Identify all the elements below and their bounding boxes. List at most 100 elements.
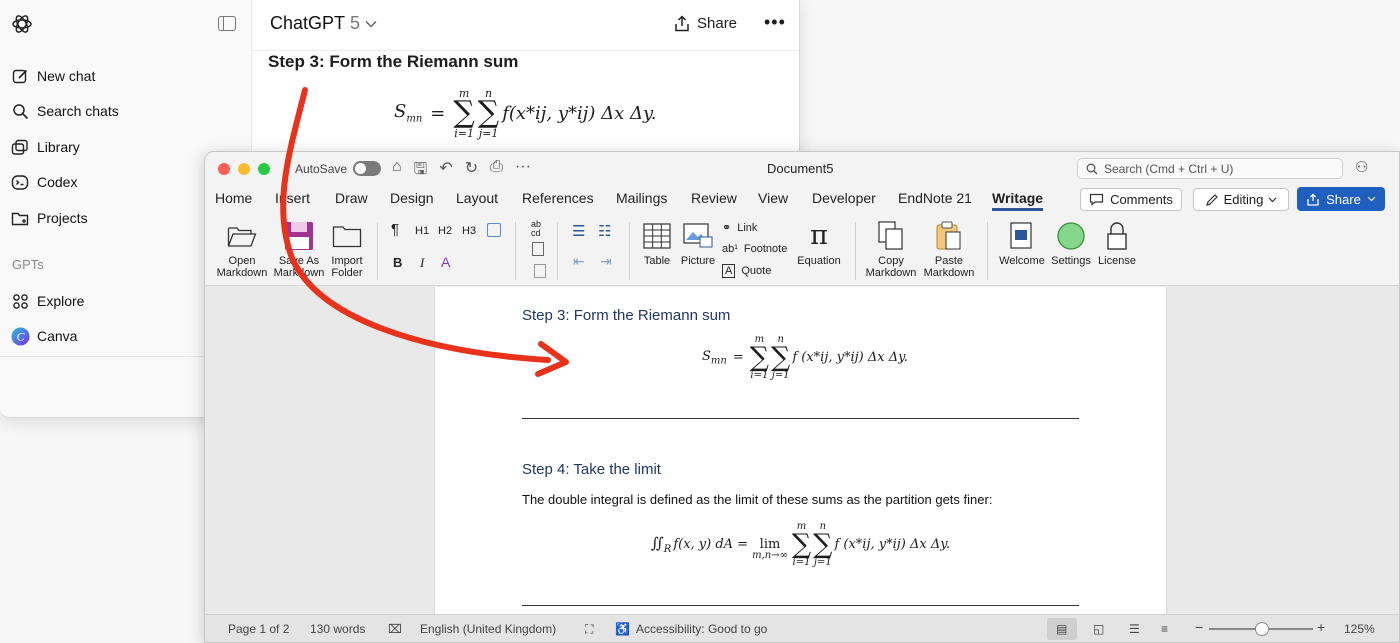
- insert-field-icon[interactable]: [532, 242, 544, 256]
- sidebar-item-new-chat[interactable]: New chat: [10, 63, 95, 89]
- equation-button[interactable]: π Equation: [795, 220, 843, 267]
- document-title: Document5: [767, 161, 834, 176]
- autosave-switch[interactable]: [353, 161, 382, 176]
- model-selector[interactable]: ChatGPT 5: [270, 13, 377, 34]
- draft-view-icon[interactable]: ≡: [1161, 622, 1168, 636]
- print-layout-icon: ▤: [1056, 622, 1068, 636]
- sidebar-toggle-icon[interactable]: [218, 16, 236, 31]
- tab-home[interactable]: Home: [215, 190, 252, 206]
- sidebar-item-explore[interactable]: Explore: [10, 288, 84, 314]
- heading-1-button[interactable]: H1: [415, 225, 429, 237]
- tab-writage[interactable]: Writage: [992, 190, 1044, 211]
- copy-markdown-button[interactable]: Copy Markdown: [863, 220, 919, 279]
- home-icon[interactable]: ⌂: [392, 158, 402, 185]
- sidebar-item-label: Projects: [37, 210, 88, 226]
- table-button[interactable]: Table: [639, 220, 675, 267]
- insert-block-icon[interactable]: [534, 264, 546, 278]
- italic-button[interactable]: I: [420, 255, 424, 271]
- focus-icon[interactable]: ⛶: [585, 622, 593, 637]
- change-case-icon[interactable]: ab cd: [531, 220, 541, 238]
- status-bar: Page 1 of 2 130 words ⌧ English (United …: [205, 614, 1399, 642]
- welcome-button[interactable]: Welcome: [997, 220, 1047, 267]
- clear-formatting-icon[interactable]: A: [441, 254, 450, 270]
- zoom-slider-thumb[interactable]: [1255, 622, 1269, 636]
- page-count[interactable]: Page 1 of 2: [228, 622, 289, 636]
- sidebar-item-codex[interactable]: Codex: [10, 169, 77, 195]
- step3-heading: Step 3: Form the Riemann sum: [522, 307, 731, 324]
- word-window: AutoSave ⌂ 🖫 ↶ ↻ ⎙ ··· Document5 Search …: [204, 151, 1400, 643]
- bullet-list-icon[interactable]: ☰: [572, 222, 585, 240]
- search-placeholder: Search (Cmd + Ctrl + U): [1104, 161, 1234, 176]
- copy-markdown-label: Copy Markdown: [865, 255, 917, 279]
- writage-ribbon: Open Markdown Save As Markdown Import Fo…: [205, 214, 1399, 286]
- document-page[interactable]: Step 3: Form the Riemann sum Smn = m ∑ i=1…: [434, 287, 1167, 617]
- web-layout-icon[interactable]: ◱: [1093, 622, 1104, 636]
- increase-indent-icon[interactable]: ⇥: [600, 253, 612, 270]
- comments-button[interactable]: Comments: [1080, 188, 1182, 211]
- sidebar-item-projects[interactable]: Projects: [10, 205, 88, 231]
- word-count[interactable]: 130 words: [310, 622, 365, 636]
- autosave-toggle[interactable]: AutoSave: [295, 161, 382, 176]
- print-icon[interactable]: ⎙: [490, 158, 503, 185]
- zoom-out-button[interactable]: −: [1195, 619, 1203, 635]
- redo-icon[interactable]: ↻: [465, 158, 478, 185]
- zoom-in-button[interactable]: +: [1317, 619, 1325, 635]
- code-block-icon[interactable]: [487, 223, 501, 237]
- tab-design[interactable]: Design: [390, 190, 434, 206]
- ribbon-separator: [855, 222, 856, 280]
- tab-view[interactable]: View: [758, 190, 788, 206]
- sidebar-item-canva[interactable]: C Canva: [10, 323, 77, 349]
- more-icon[interactable]: ···: [515, 158, 531, 185]
- chat-share-button[interactable]: Share: [674, 15, 737, 32]
- save-as-markdown-button[interactable]: Save As Markdown: [273, 220, 325, 279]
- tab-layout[interactable]: Layout: [456, 190, 498, 206]
- search-input[interactable]: Search (Cmd + Ctrl + U): [1077, 158, 1343, 179]
- tab-mailings[interactable]: Mailings: [616, 190, 667, 206]
- open-markdown-button[interactable]: Open Markdown: [215, 220, 269, 279]
- heading-3-button[interactable]: H3: [462, 225, 476, 237]
- editing-mode-button[interactable]: Editing: [1193, 188, 1289, 211]
- tab-endnote[interactable]: EndNote 21: [898, 190, 972, 206]
- sidebar-item-search-chats[interactable]: Search chats: [10, 98, 119, 124]
- tab-draw[interactable]: Draw: [335, 190, 368, 206]
- heading-2-button[interactable]: H2: [438, 225, 452, 237]
- maximize-window-button[interactable]: [258, 163, 270, 175]
- quote-button[interactable]: A Quote: [722, 264, 771, 278]
- paste-icon: [936, 221, 961, 250]
- eq-sum-j: n ∑ j=1: [477, 87, 500, 140]
- proofing-icon[interactable]: ⌧: [388, 622, 402, 636]
- decrease-indent-icon[interactable]: ⇤: [573, 253, 585, 270]
- more-options-icon[interactable]: •••: [764, 12, 786, 33]
- pi-icon: π: [810, 220, 828, 251]
- openai-logo-icon[interactable]: [10, 12, 34, 36]
- tab-developer[interactable]: Developer: [812, 190, 876, 206]
- picture-label: Picture: [680, 255, 716, 267]
- close-window-button[interactable]: [218, 163, 230, 175]
- numbered-list-icon[interactable]: ☷: [598, 222, 611, 240]
- outline-view-icon[interactable]: ☰: [1129, 622, 1140, 636]
- undo-icon[interactable]: ↶: [439, 158, 452, 185]
- picture-button[interactable]: Picture: [679, 220, 717, 267]
- accessibility-status[interactable]: ♿ Accessibility: Good to go: [615, 622, 767, 636]
- tab-review[interactable]: Review: [691, 190, 737, 206]
- language[interactable]: English (United Kingdom): [420, 622, 556, 636]
- import-folder-button[interactable]: Import Folder: [329, 220, 365, 279]
- zoom-level[interactable]: 125%: [1344, 622, 1375, 636]
- tab-references[interactable]: References: [522, 190, 594, 206]
- header-divider: [252, 50, 799, 51]
- tab-insert[interactable]: Insert: [275, 190, 310, 206]
- paragraph-mark-icon[interactable]: ¶: [391, 221, 399, 238]
- footnote-button[interactable]: ab¹ Footnote: [722, 243, 787, 255]
- document-area: Step 3: Form the Riemann sum Smn = m ∑ i=1…: [205, 287, 1399, 617]
- link-button[interactable]: ⚭ Link: [722, 221, 757, 235]
- bold-button[interactable]: B: [393, 255, 402, 270]
- settings-button[interactable]: Settings: [1049, 220, 1093, 267]
- minimize-window-button[interactable]: [238, 163, 250, 175]
- license-button[interactable]: License: [1095, 220, 1139, 267]
- word-share-button[interactable]: Share: [1297, 187, 1385, 211]
- eq-sum-i: m ∑ i=1: [453, 87, 475, 140]
- account-icon[interactable]: ⚇: [1355, 158, 1368, 176]
- paste-markdown-button[interactable]: Paste Markdown: [921, 220, 977, 279]
- save-icon[interactable]: 🖫: [414, 158, 428, 185]
- sidebar-item-library[interactable]: Library: [10, 134, 80, 160]
